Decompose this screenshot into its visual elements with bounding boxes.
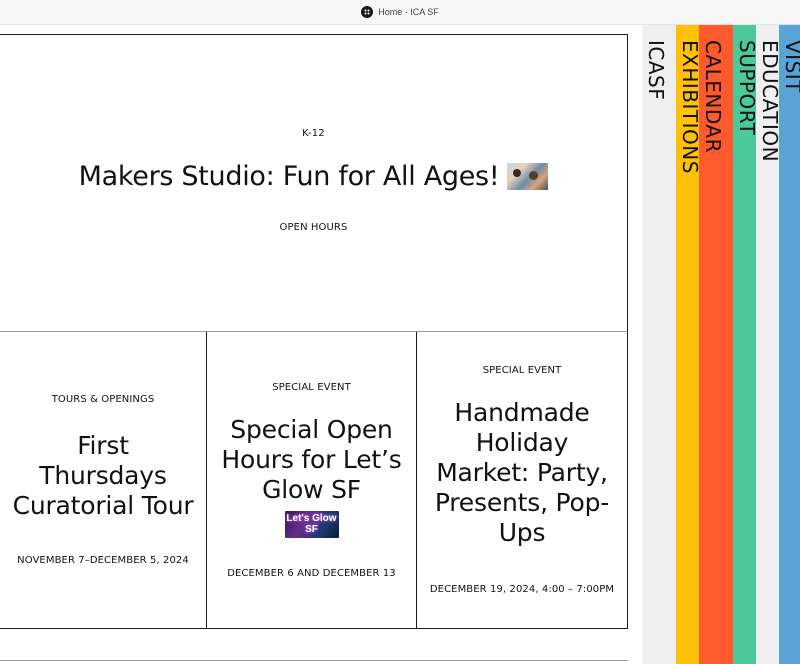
nav-item-visit[interactable]: VISIT: [779, 25, 800, 664]
event-title[interactable]: Special Open Hours for Let’s Glow SF: [207, 415, 416, 505]
nav-item-education[interactable]: EDUCATION: [756, 25, 779, 664]
nav-label-exhibitions: EXHIBITIONS: [678, 40, 699, 174]
event-title[interactable]: Handmade Holiday Market: Party, Presents…: [417, 398, 627, 548]
event-card[interactable]: TOURS & OPENINGS First Thursdays Curator…: [0, 332, 207, 628]
hero-tag: K-12: [302, 128, 325, 139]
hero-feature[interactable]: K-12 Makers Studio: Fun for All Ages! OP…: [0, 34, 628, 332]
hero-subtitle: OPEN HOURS: [279, 222, 348, 233]
hero-title[interactable]: Makers Studio: Fun for All Ages!: [79, 161, 500, 192]
event-title[interactable]: First Thursdays Curatorial Tour: [0, 431, 206, 521]
side-nav: ICASF EXHIBITIONS CALENDAR SUPPORT EDUCA…: [642, 25, 800, 664]
window-titlebar: Home - ICA SF: [0, 0, 800, 25]
nav-label-visit: VISIT: [781, 40, 800, 93]
event-thumbnail-text: Let's Glow SF: [286, 513, 337, 535]
section-divider: [0, 660, 628, 661]
window-title: Home - ICA SF: [378, 7, 439, 17]
event-date: DECEMBER 19, 2024, 4:00 – 7:00PM: [429, 584, 615, 595]
event-card[interactable]: SPECIAL EVENT Handmade Holiday Market: P…: [417, 332, 627, 628]
event-cards: TOURS & OPENINGS First Thursdays Curator…: [0, 332, 628, 629]
event-label: SPECIAL EVENT: [272, 381, 351, 393]
nav-item-support[interactable]: SUPPORT: [733, 25, 756, 664]
event-card[interactable]: SPECIAL EVENT Special Open Hours for Let…: [207, 332, 417, 628]
nav-label-support: SUPPORT: [735, 40, 756, 136]
nav-label-education: EDUCATION: [758, 40, 779, 163]
hero-thumbnail-image: [507, 163, 549, 190]
event-label: SPECIAL EVENT: [482, 365, 562, 376]
nav-label-icasf: ICASF: [644, 40, 668, 101]
nav-item-icasf[interactable]: ICASF: [642, 25, 676, 664]
event-date: NOVEMBER 7–DECEMBER 5, 2024: [17, 555, 189, 566]
hero-headline: Makers Studio: Fun for All Ages!: [79, 161, 549, 192]
nav-item-exhibitions[interactable]: EXHIBITIONS: [676, 25, 699, 664]
nav-item-calendar[interactable]: CALENDAR: [699, 25, 733, 664]
event-date: DECEMBER 6 AND DECEMBER 13: [227, 567, 396, 579]
site-favicon-icon: [361, 6, 374, 18]
nav-label-calendar: CALENDAR: [701, 40, 725, 154]
event-thumbnail-image: Let's Glow SF: [284, 510, 339, 538]
event-label: TOURS & OPENINGS: [51, 394, 155, 405]
main-content: K-12 Makers Studio: Fun for All Ages! OP…: [0, 25, 642, 664]
